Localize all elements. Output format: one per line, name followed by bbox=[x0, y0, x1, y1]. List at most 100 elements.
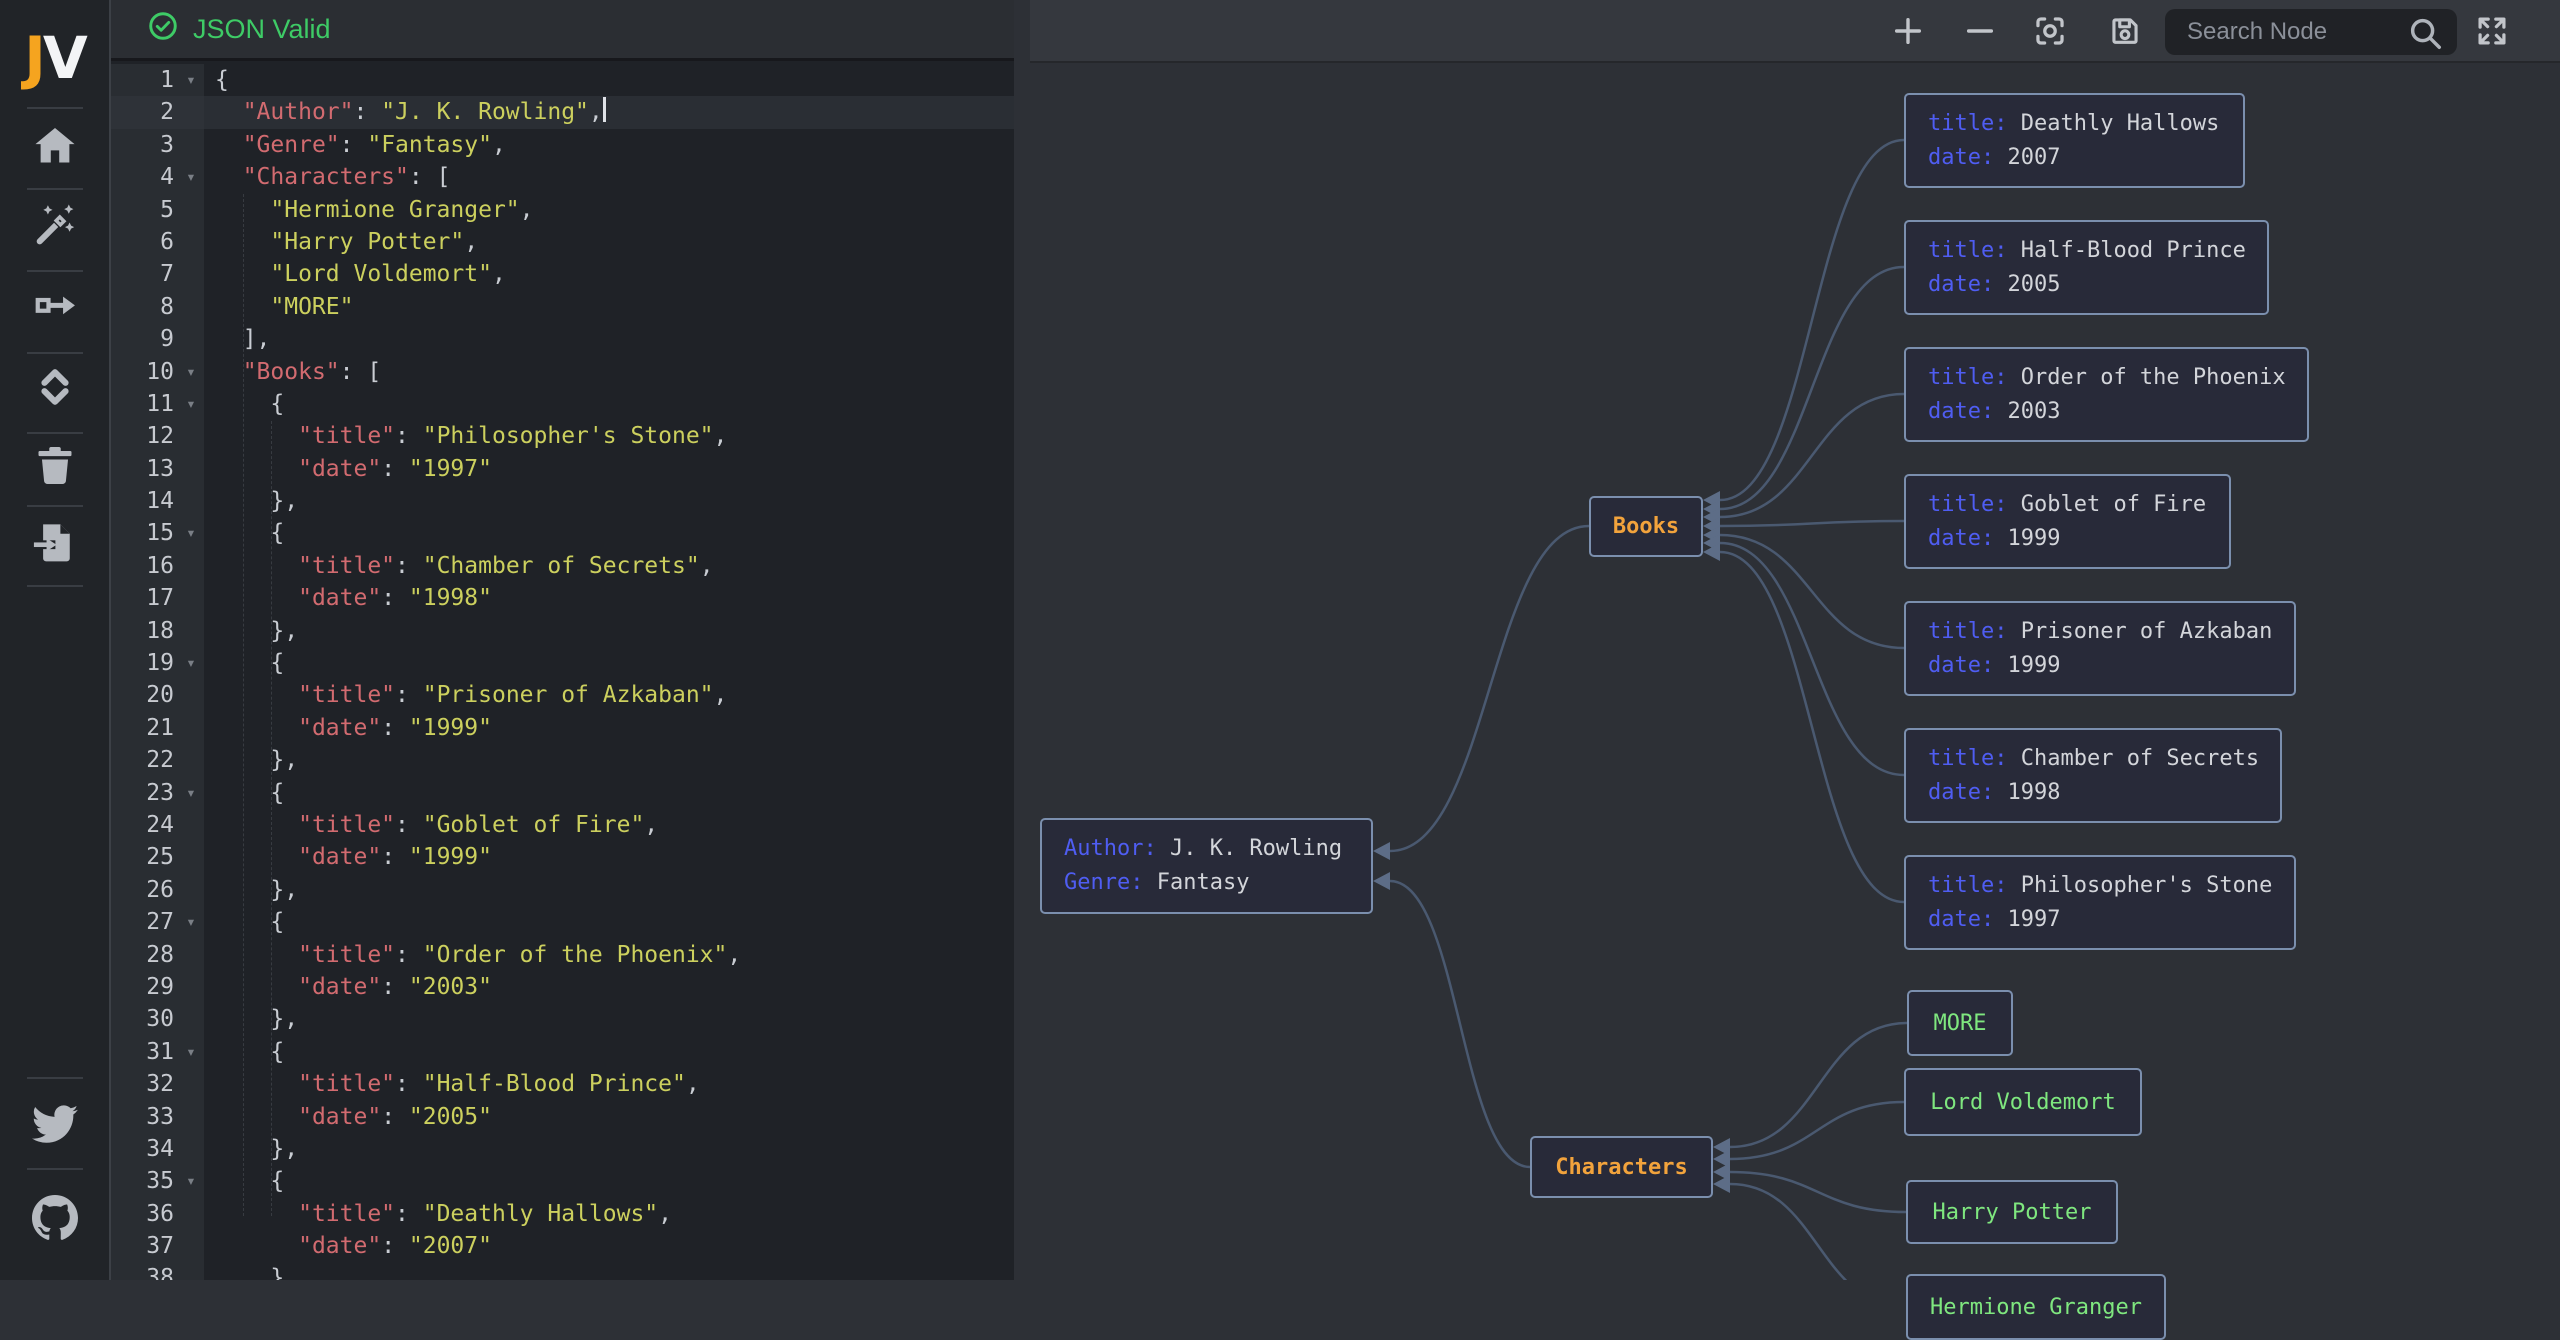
fold-toggle-icon[interactable]: ▾ bbox=[178, 1036, 204, 1068]
node-value: Philosopher's Stone bbox=[2007, 873, 2272, 898]
edge-arrowhead bbox=[1713, 1175, 1730, 1193]
code-line[interactable]: 31▾ { bbox=[111, 1036, 1014, 1068]
fullscreen-button[interactable] bbox=[2472, 13, 2512, 53]
zoom-out-button[interactable] bbox=[1960, 13, 2000, 53]
code-editor[interactable]: 1▾{2 "Author": "J. K. Rowling",3 "Genre"… bbox=[111, 64, 1014, 1280]
code-line[interactable]: 3 "Genre": "Fantasy", bbox=[111, 129, 1014, 161]
center-view-button[interactable] bbox=[2030, 13, 2070, 53]
code-line[interactable]: 38 } bbox=[111, 1262, 1014, 1280]
code-line[interactable]: 32 "title": "Half-Blood Prince", bbox=[111, 1068, 1014, 1100]
fold-toggle-icon[interactable]: ▾ bbox=[178, 1165, 204, 1197]
expand-width-button[interactable] bbox=[31, 283, 79, 331]
graph-edge bbox=[1720, 552, 1904, 902]
edge-arrowhead bbox=[1703, 500, 1720, 518]
clear-json-button[interactable] bbox=[31, 443, 79, 491]
graph-node-char-voldemort[interactable]: Lord Voldemort bbox=[1904, 1068, 2142, 1136]
code-line[interactable]: 21 "date": "1999" bbox=[111, 712, 1014, 744]
code-line[interactable]: 4▾ "Characters": [ bbox=[111, 161, 1014, 193]
line-number: 29 bbox=[111, 971, 178, 1003]
code-line[interactable]: 5 "Hermione Granger", bbox=[111, 194, 1014, 226]
code-line[interactable]: 9 ], bbox=[111, 323, 1014, 355]
fold-toggle-icon bbox=[178, 1003, 204, 1035]
fold-toggle-icon[interactable]: ▾ bbox=[178, 64, 204, 96]
fold-toggle-icon[interactable]: ▾ bbox=[178, 517, 204, 549]
node-value: 1999 bbox=[1994, 526, 2060, 551]
graph-node-book-5[interactable]: title: Order of the Phoenixdate: 2003 bbox=[1904, 347, 2309, 442]
auto-format-button[interactable] bbox=[31, 204, 79, 252]
code-line[interactable]: 11▾ { bbox=[111, 388, 1014, 420]
code-line[interactable]: 10▾ "Books": [ bbox=[111, 356, 1014, 388]
node-value: Chamber of Secrets bbox=[2007, 746, 2259, 771]
graph-node-book-1[interactable]: title: Philosopher's Stonedate: 1997 bbox=[1904, 855, 2296, 950]
fold-toggle-icon[interactable]: ▾ bbox=[178, 647, 204, 679]
fold-toggle-icon[interactable]: ▾ bbox=[178, 356, 204, 388]
code-line[interactable]: 37 "date": "2007" bbox=[111, 1230, 1014, 1262]
code-line[interactable]: 29 "date": "2003" bbox=[111, 971, 1014, 1003]
divider bbox=[27, 432, 83, 434]
line-number: 30 bbox=[111, 1003, 178, 1035]
search-icon[interactable] bbox=[2406, 14, 2444, 52]
line-number: 6 bbox=[111, 226, 178, 258]
code-line[interactable]: 36 "title": "Deathly Hallows", bbox=[111, 1198, 1014, 1230]
github-link[interactable] bbox=[31, 1196, 79, 1244]
code-line[interactable]: 27▾ { bbox=[111, 906, 1014, 938]
code-line[interactable]: 2 "Author": "J. K. Rowling", bbox=[111, 96, 1014, 128]
code-line[interactable]: 20 "title": "Prisoner of Azkaban", bbox=[111, 679, 1014, 711]
graph-node-char-harry[interactable]: Harry Potter bbox=[1906, 1180, 2118, 1244]
code-line[interactable]: 15▾ { bbox=[111, 517, 1014, 549]
code-line[interactable]: 26 }, bbox=[111, 874, 1014, 906]
graph-node-root[interactable]: Author: J. K. RowlingGenre: Fantasy bbox=[1040, 818, 1373, 914]
code-line[interactable]: 19▾ { bbox=[111, 647, 1014, 679]
code-line[interactable]: 34 }, bbox=[111, 1133, 1014, 1165]
fold-toggle-icon[interactable]: ▾ bbox=[178, 161, 204, 193]
graph-canvas[interactable]: Author: J. K. RowlingGenre: Fantasy Books… bbox=[1014, 0, 2560, 1280]
code-line[interactable]: 17 "date": "1998" bbox=[111, 582, 1014, 614]
code-line[interactable]: 16 "title": "Chamber of Secrets", bbox=[111, 550, 1014, 582]
graph-node-book-6[interactable]: title: Half-Blood Princedate: 2005 bbox=[1904, 220, 2269, 315]
indent-guide bbox=[271, 421, 272, 1216]
code-line[interactable]: 25 "date": "1999" bbox=[111, 841, 1014, 873]
code-line[interactable]: 24 "title": "Goblet of Fire", bbox=[111, 809, 1014, 841]
graph-node-books[interactable]: Books bbox=[1589, 496, 1703, 557]
edge-arrowhead bbox=[1713, 1150, 1730, 1168]
code-line[interactable]: 23▾ { bbox=[111, 777, 1014, 809]
graph-node-char-more[interactable]: MORE bbox=[1907, 990, 2013, 1056]
line-number: 11 bbox=[111, 388, 178, 420]
home-button[interactable] bbox=[31, 124, 79, 172]
code-line[interactable]: 8 "MORE" bbox=[111, 291, 1014, 323]
graph-node-book-4[interactable]: title: Goblet of Firedate: 1999 bbox=[1904, 474, 2231, 569]
code-line[interactable]: 18 }, bbox=[111, 615, 1014, 647]
code-line[interactable]: 12 "title": "Philosopher's Stone", bbox=[111, 420, 1014, 452]
graph-node-book-7[interactable]: title: Deathly Hallowsdate: 2007 bbox=[1904, 93, 2245, 188]
zoom-in-button[interactable] bbox=[1888, 13, 1928, 53]
app-logo[interactable]: JV bbox=[0, 24, 109, 92]
code-line[interactable]: 28 "title": "Order of the Phoenix", bbox=[111, 939, 1014, 971]
graph-node-book-2[interactable]: title: Chamber of Secretsdate: 1998 bbox=[1904, 728, 2282, 823]
fold-toggle-icon[interactable]: ▾ bbox=[178, 777, 204, 809]
graph-node-characters[interactable]: Characters bbox=[1530, 1136, 1713, 1198]
line-number: 32 bbox=[111, 1068, 178, 1100]
code-line[interactable]: 30 }, bbox=[111, 1003, 1014, 1035]
node-value: Prisoner of Azkaban bbox=[2007, 619, 2272, 644]
code-line[interactable]: 33 "date": "2005" bbox=[111, 1101, 1014, 1133]
graph-node-char-hermione[interactable]: Hermione Granger bbox=[1906, 1274, 2166, 1340]
code-line[interactable]: 7 "Lord Voldemort", bbox=[111, 258, 1014, 290]
fold-toggle-icon bbox=[178, 1198, 204, 1230]
code-line[interactable]: 14 }, bbox=[111, 485, 1014, 517]
code-line[interactable]: 1▾{ bbox=[111, 64, 1014, 96]
twitter-link[interactable] bbox=[31, 1102, 79, 1150]
code-line[interactable]: 22 }, bbox=[111, 744, 1014, 776]
code-line[interactable]: 13 "date": "1997" bbox=[111, 453, 1014, 485]
edge-arrowhead bbox=[1703, 491, 1720, 509]
graph-edge bbox=[1720, 267, 1904, 509]
import-file-button[interactable] bbox=[31, 521, 79, 569]
fold-toggle-icon[interactable]: ▾ bbox=[178, 388, 204, 420]
node-value: Fantasy bbox=[1143, 870, 1249, 895]
fold-toggle-icon[interactable]: ▾ bbox=[178, 906, 204, 938]
code-line[interactable]: 35▾ { bbox=[111, 1165, 1014, 1197]
collapse-expand-button[interactable] bbox=[31, 365, 79, 413]
fold-toggle-icon bbox=[178, 939, 204, 971]
code-line[interactable]: 6 "Harry Potter", bbox=[111, 226, 1014, 258]
save-image-button[interactable] bbox=[2105, 13, 2145, 53]
graph-node-book-3[interactable]: title: Prisoner of Azkabandate: 1999 bbox=[1904, 601, 2296, 696]
